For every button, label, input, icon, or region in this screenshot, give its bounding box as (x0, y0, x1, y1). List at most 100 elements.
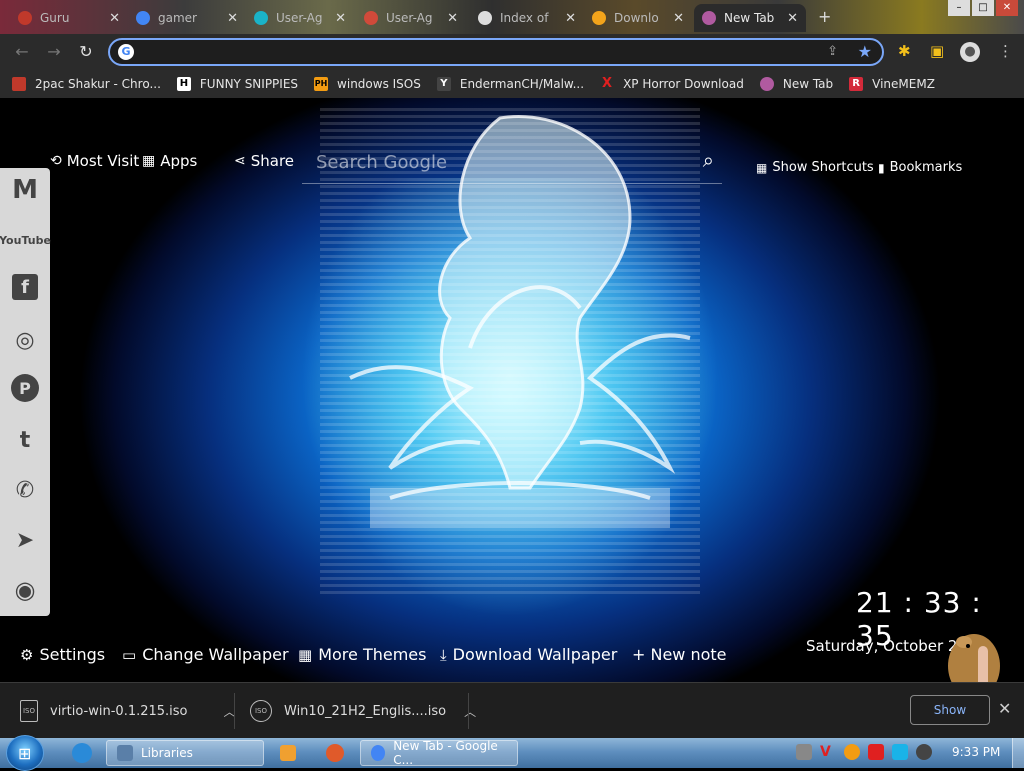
h-icon: H (176, 77, 191, 91)
close-window-icon[interactable]: ✕ (996, 0, 1018, 16)
bookmark-label: VineMEMZ (872, 77, 935, 91)
facebook-icon[interactable]: f (12, 274, 38, 300)
tab-5[interactable]: Index of ✕ (470, 4, 584, 32)
download-wallpaper-button[interactable]: ⤓ Download Wallpaper (440, 645, 617, 664)
tab-title: Guru (40, 11, 70, 25)
bookmark-new-tab[interactable]: New Tab (759, 77, 834, 91)
forward-arrow-icon[interactable]: → (44, 42, 64, 61)
window-controls: – □ ✕ (948, 0, 1018, 16)
search-input[interactable] (314, 148, 674, 176)
bookmark-label: New Tab (782, 77, 834, 91)
close-downloads-icon[interactable]: ✕ (998, 699, 1011, 718)
tab-6[interactable]: Downlo ✕ (584, 4, 692, 32)
apps-button[interactable]: ▦ Apps (142, 152, 197, 170)
tab-1[interactable]: Guru ✕ (10, 4, 128, 32)
chevron-up-icon[interactable]: ︿ (464, 703, 476, 720)
instagram-icon[interactable]: ◎ (9, 324, 41, 356)
internet-explorer-icon[interactable] (72, 743, 92, 763)
omnibox[interactable]: G ⇪ ★ (108, 38, 884, 66)
taskbar-chrome[interactable]: New Tab - Google C... (360, 739, 518, 767)
media-player-icon[interactable] (280, 745, 296, 761)
minimize-icon[interactable]: – (948, 0, 970, 16)
share-label: Share (250, 152, 295, 170)
show-all-button[interactable]: Show (910, 695, 990, 725)
tab-title: Index of (500, 11, 549, 25)
divider (234, 693, 235, 729)
tab-favicon-icon (136, 11, 150, 25)
tray-v-icon[interactable]: V (820, 744, 836, 760)
show-desktop-button[interactable] (1012, 738, 1024, 768)
task-label: Libraries (141, 746, 193, 760)
tab-favicon-icon (702, 11, 716, 25)
new-tab-page: ⟲ Most Visit ▦ Apps ⋖ Share ⌕ ▦ Show Sho… (0, 98, 1024, 682)
change-wallpaper-button[interactable]: ▭ Change Wallpaper (122, 645, 289, 664)
share-page-icon[interactable]: ⇪ (827, 44, 838, 59)
bookmark-xp-horror[interactable]: X XP Horror Download (600, 77, 744, 92)
most-visited-button[interactable]: ⟲ Most Visit (50, 152, 139, 170)
folder-icon (117, 745, 133, 761)
reddit-icon[interactable]: ◉ (9, 574, 41, 606)
extensions-puzzle-icon[interactable]: ✱ (898, 42, 911, 60)
tab-close-icon[interactable]: ✕ (227, 11, 238, 26)
tab-close-icon[interactable]: ✕ (787, 11, 798, 26)
windows-logo-icon: ⊞ (18, 744, 32, 763)
tab-close-icon[interactable]: ✕ (565, 11, 576, 26)
profile-avatar-icon[interactable]: ● (960, 42, 980, 62)
share-button[interactable]: ⋖ Share (234, 152, 294, 170)
google-search-bar: ⌕ (302, 142, 722, 184)
grid-icon: ▦ (298, 645, 313, 664)
tray-app-icon[interactable] (796, 744, 812, 760)
bookmark-star-icon[interactable]: ★ (858, 42, 872, 61)
download-item[interactable]: ISO virtio-win-0.1.215.iso ︿ (20, 691, 236, 731)
tab-new-tab-active[interactable]: New Tab ✕ (694, 4, 806, 32)
tray-monitor-icon[interactable] (892, 744, 908, 760)
settings-button[interactable]: ⚙ Settings (20, 645, 105, 664)
more-themes-button[interactable]: ▦ More Themes (298, 645, 426, 664)
bookmark-funny-snippies[interactable]: H FUNNY SNIPPIES (176, 77, 298, 91)
search-icon[interactable]: ⌕ (703, 148, 714, 172)
app-icon[interactable] (326, 744, 344, 762)
bookmark-vinememz[interactable]: R VineMEMZ (849, 77, 935, 91)
taskbar-libraries[interactable]: Libraries (106, 740, 264, 766)
pinterest-icon[interactable]: P (11, 374, 39, 402)
tab-title: User-Ag (386, 11, 433, 25)
date-display: Saturday, October 2 (806, 637, 958, 655)
history-icon: ⟲ (50, 153, 62, 169)
tab-3[interactable]: User-Ag ✕ (246, 4, 354, 32)
new-tab-plus-icon[interactable]: + (818, 7, 831, 26)
tab-close-icon[interactable]: ✕ (447, 11, 458, 26)
bookmarks-bar: 2pac Shakur - Chro... H FUNNY SNIPPIES P… (0, 70, 1024, 98)
telegram-icon[interactable]: ➤ (9, 524, 41, 556)
tab-close-icon[interactable]: ✕ (673, 11, 684, 26)
bookmark-endermanch[interactable]: Y EndermanCH/Malw... (436, 77, 584, 91)
bookmark-2pac[interactable]: 2pac Shakur - Chro... (12, 77, 161, 91)
browser-toolbar: ← → ↻ G ⇪ ★ ✱ ▣ ● ⋮ (0, 34, 1024, 70)
bookmarks-button[interactable]: ▮ Bookmarks (878, 160, 962, 175)
tab-2[interactable]: gamer ✕ (128, 4, 246, 32)
youtube-icon[interactable]: YouTube (0, 224, 51, 256)
r-icon: R (849, 77, 864, 91)
side-panel-icon[interactable]: ▣ (930, 42, 944, 60)
bookmark-windows-isos[interactable]: PH windows ISOS (314, 77, 421, 91)
maximize-icon[interactable]: □ (972, 0, 994, 16)
download-item[interactable]: ISO Win10_21H2_Englis....iso ︿ (250, 691, 476, 731)
tray-volume-icon[interactable] (916, 744, 932, 760)
tab-close-icon[interactable]: ✕ (335, 11, 346, 26)
address-input[interactable] (142, 42, 802, 62)
reload-icon[interactable]: ↻ (76, 42, 96, 61)
new-note-button[interactable]: + New note (632, 645, 727, 664)
back-arrow-icon[interactable]: ← (12, 42, 32, 61)
gmail-icon[interactable]: M (9, 174, 41, 206)
menu-kebab-icon[interactable]: ⋮ (998, 42, 1013, 60)
system-time[interactable]: 9:33 PM (952, 745, 1000, 759)
twitter-icon[interactable]: t (9, 424, 41, 456)
tab-4[interactable]: User-Ag ✕ (356, 4, 466, 32)
whatsapp-icon[interactable]: ✆ (9, 474, 41, 506)
tray-search-icon[interactable] (844, 744, 860, 760)
download-filename: Win10_21H2_Englis....iso (284, 703, 447, 719)
show-shortcuts-button[interactable]: ▦ Show Shortcuts (756, 160, 874, 175)
more-themes-label: More Themes (318, 645, 427, 664)
tray-flag-icon[interactable] (868, 744, 884, 760)
start-button[interactable]: ⊞ (6, 735, 44, 771)
tab-close-icon[interactable]: ✕ (109, 11, 120, 26)
